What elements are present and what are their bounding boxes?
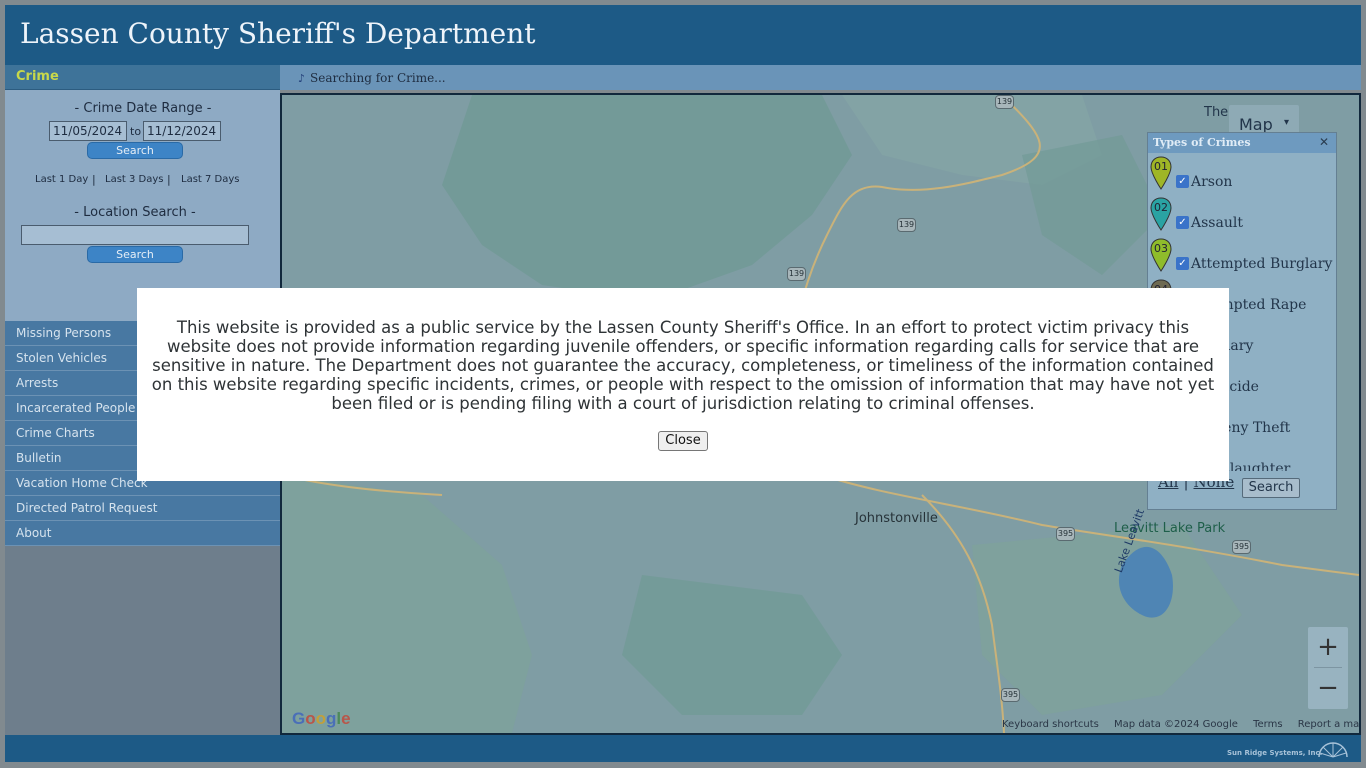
site-title: Lassen County Sheriff's Department [20, 17, 536, 50]
map-pin-icon: 02 [1150, 197, 1172, 231]
route-shield: 395 [1056, 527, 1075, 541]
disclaimer-dialog: This website is provided as a public ser… [137, 288, 1229, 481]
terms-link[interactable]: Terms [1253, 719, 1282, 730]
chevron-down-icon: ▾ [1284, 117, 1290, 128]
map-partial-label: The [1204, 105, 1229, 120]
close-button[interactable]: Close [658, 431, 708, 451]
status-text: Searching for Crime... [310, 71, 446, 85]
legend-header: Types of Crimes [1148, 133, 1336, 153]
loading-icon: ♪ [298, 72, 306, 85]
legend-search-button[interactable]: Search [1242, 478, 1300, 498]
legend-item[interactable]: 03 ✓ Attempted Burglary [1148, 237, 1336, 278]
place-label: Johnstonville [855, 511, 938, 526]
svg-text:01: 01 [1154, 160, 1168, 173]
map-attribution: Keyboard shortcuts Map data ©2024 Google… [1002, 719, 1359, 733]
crime-section-label: Crime [16, 69, 59, 84]
date-range-title: - Crime Date Range - [74, 101, 212, 116]
range-separator: | [167, 173, 171, 186]
google-logo: Google [292, 709, 351, 728]
legend-item[interactable]: 02 ✓ Assault [1148, 196, 1336, 237]
keyboard-shortcuts-link[interactable]: Keyboard shortcuts [1002, 719, 1099, 730]
legend-label: Assault [1191, 215, 1243, 231]
zoom-out-button[interactable]: − [1308, 668, 1348, 708]
nav-directed-patrol-request[interactable]: Directed Patrol Request [5, 496, 280, 521]
route-shield: 395 [1232, 540, 1251, 554]
sunrise-logo-icon [1318, 742, 1348, 758]
route-shield: 139 [897, 218, 916, 232]
crime-section-bar[interactable]: Crime [5, 65, 280, 90]
svg-text:03: 03 [1154, 242, 1168, 255]
route-shield: 139 [995, 95, 1014, 109]
location-search-title: - Location Search - [74, 205, 196, 220]
legend-title: Types of Crimes [1153, 136, 1251, 149]
site-header: Lassen County Sheriff's Department [5, 5, 1361, 65]
nav-about[interactable]: About [5, 521, 280, 546]
last-1-day-link[interactable]: Last 1 Day [35, 174, 88, 185]
attempted-burglary-checkbox[interactable]: ✓ [1176, 257, 1189, 270]
site-footer: Sun Ridge Systems, Inc. [5, 735, 1361, 762]
sidebar-fill [5, 546, 280, 735]
map-pin-icon: 03 [1150, 238, 1172, 272]
legend-item[interactable]: 01 ✓ Arson [1148, 155, 1336, 196]
route-shield: 395 [1001, 688, 1020, 702]
assault-checkbox[interactable]: ✓ [1176, 216, 1189, 229]
legend-label: Arson [1191, 174, 1233, 190]
svg-text:02: 02 [1154, 201, 1168, 214]
disclaimer-text: This website is provided as a public ser… [151, 318, 1215, 413]
date-to-label: to [130, 125, 142, 138]
map-data-text: Map data ©2024 Google [1114, 719, 1238, 730]
end-date-input[interactable] [143, 121, 221, 141]
last-3-days-link[interactable]: Last 3 Days [105, 174, 164, 185]
legend-label: Attempted Burglary [1191, 256, 1333, 272]
vendor-brand: Sun Ridge Systems, Inc. [1227, 749, 1323, 757]
map-pin-icon: 01 [1150, 156, 1172, 190]
location-search-input[interactable] [21, 225, 249, 245]
close-icon[interactable]: ✕ [1317, 135, 1331, 149]
report-error-link[interactable]: Report a map error [1298, 719, 1359, 730]
zoom-control: + − [1308, 627, 1348, 709]
location-search-button[interactable]: Search [87, 246, 183, 263]
last-7-days-link[interactable]: Last 7 Days [181, 174, 240, 185]
search-panel: - Crime Date Range - to Search Last 1 Da… [5, 90, 280, 321]
zoom-in-button[interactable]: + [1308, 627, 1348, 667]
status-bar: ♪ Searching for Crime... [280, 65, 1361, 90]
arson-checkbox[interactable]: ✓ [1176, 175, 1189, 188]
route-shield: 139 [787, 267, 806, 281]
start-date-input[interactable] [49, 121, 127, 141]
range-separator: | [92, 173, 96, 186]
date-search-button[interactable]: Search [87, 142, 183, 159]
